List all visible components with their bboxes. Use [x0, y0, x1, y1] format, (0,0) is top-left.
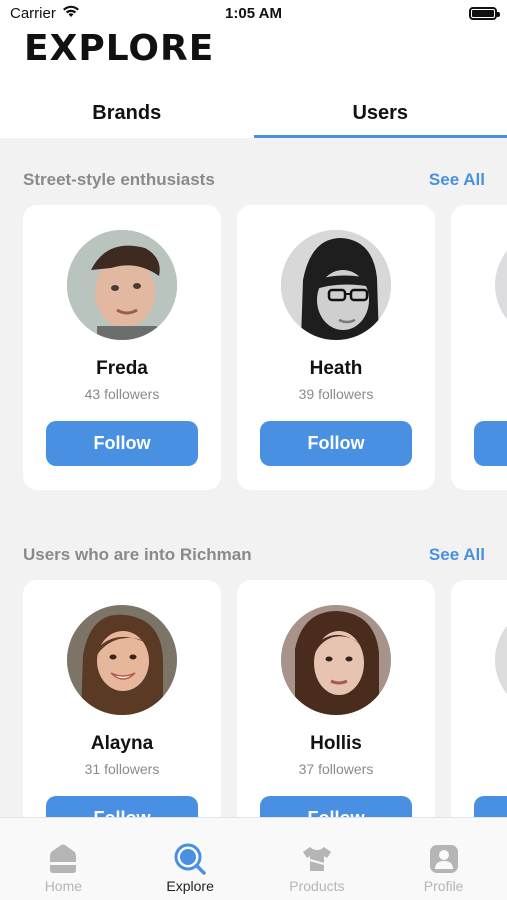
home-icon — [50, 844, 77, 873]
follower-count: 31 followers — [84, 761, 160, 777]
explore-screen: Carrier 1:05 AM EXPLORE Brands Users Str… — [0, 0, 507, 900]
user-card[interactable] — [451, 205, 507, 490]
tab-users[interactable]: Users — [253, 94, 507, 138]
avatar — [281, 230, 391, 340]
user-name: Freda — [96, 358, 148, 379]
user-name: Alayna — [90, 733, 154, 754]
user-carousel[interactable]: Freda 43 followers Follow Heath 39 follo… — [23, 205, 507, 490]
avatar — [495, 605, 507, 715]
header: EXPLORE Brands Users — [0, 28, 507, 138]
section-header: Users who are into Richman See All — [23, 543, 485, 567]
follow-button[interactable]: Follow — [260, 421, 412, 466]
tabbar-item-products[interactable]: Products — [254, 818, 381, 900]
status-time: 1:05 AM — [225, 5, 282, 22]
tabbar-item-home[interactable]: Home — [0, 818, 127, 900]
see-all-link[interactable]: See All — [429, 170, 485, 190]
see-all-link[interactable]: See All — [429, 545, 485, 565]
profile-icon — [429, 845, 458, 873]
status-bar: Carrier 1:05 AM — [0, 0, 507, 28]
follow-button[interactable] — [474, 421, 507, 466]
section-title: Street-style enthusiasts — [23, 170, 215, 189]
user-name: Hollis — [310, 733, 362, 754]
tabbar-item-profile[interactable]: Profile — [380, 818, 507, 900]
user-name: Heath — [309, 358, 363, 379]
avatar — [281, 605, 391, 715]
tabbar-label: Explore — [166, 878, 214, 894]
page-title: EXPLORE — [24, 28, 215, 69]
tab-brands[interactable]: Brands — [0, 94, 254, 138]
avatar — [67, 230, 177, 340]
section-header: Street-style enthusiasts See All — [23, 168, 485, 192]
tabbar-label: Home — [44, 878, 83, 894]
shirt-icon — [302, 847, 331, 871]
avatar — [495, 230, 507, 340]
follower-count: 37 followers — [298, 761, 374, 777]
follower-count: 43 followers — [84, 386, 160, 402]
user-card[interactable]: Heath 39 followers Follow — [237, 205, 435, 490]
follow-button[interactable]: Follow — [46, 421, 198, 466]
battery-icon — [469, 7, 500, 20]
tabbar-item-explore[interactable]: Explore — [127, 818, 254, 900]
segment-tabs: Brands Users — [0, 94, 507, 138]
user-card[interactable]: Freda 43 followers Follow — [23, 205, 221, 490]
search-icon — [174, 843, 206, 875]
tabbar-label: Products — [289, 878, 345, 894]
section-title: Users who are into Richman — [23, 545, 252, 564]
follower-count: 39 followers — [298, 386, 374, 402]
bottom-tab-bar: Home Explore Products Profile — [0, 817, 507, 900]
avatar — [67, 605, 177, 715]
tabbar-label: Profile — [423, 878, 464, 894]
